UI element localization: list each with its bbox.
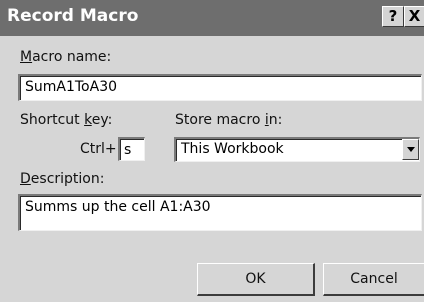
close-button[interactable]: X bbox=[404, 6, 424, 27]
description-label: Description: bbox=[20, 171, 104, 187]
ctrl-prefix-label: Ctrl+ bbox=[80, 141, 117, 157]
shortcut-key-label-post: ey: bbox=[91, 112, 113, 128]
record-macro-dialog: Record Macro ? X Macro name: SumA1ToA30 … bbox=[0, 0, 424, 302]
close-icon: X bbox=[408, 7, 421, 25]
macro-name-value: SumA1ToA30 bbox=[25, 79, 118, 95]
title-bar[interactable]: Record Macro ? X bbox=[0, 0, 424, 36]
cancel-button[interactable]: Cancel bbox=[323, 263, 424, 296]
description-field[interactable]: Summs up the cell A1:A30 bbox=[18, 194, 422, 231]
help-button[interactable]: ? bbox=[382, 6, 404, 27]
shortcut-key-label-pre: Shortcut bbox=[20, 112, 85, 128]
description-value: Summs up the cell A1:A30 bbox=[25, 199, 211, 215]
store-macro-label: Store macro in: bbox=[175, 112, 282, 128]
store-macro-select[interactable]: This Workbook bbox=[174, 137, 420, 162]
shortcut-key-label-accel: k bbox=[84, 112, 92, 128]
macro-name-label: Macro name: bbox=[20, 49, 111, 65]
chevron-down-icon bbox=[407, 147, 415, 152]
description-label-accel: D bbox=[20, 171, 31, 187]
store-macro-label-post: n: bbox=[268, 112, 283, 128]
description-label-text: escription: bbox=[30, 171, 105, 187]
macro-name-label-accel: M bbox=[20, 49, 33, 65]
shortcut-key-label: Shortcut key: bbox=[20, 112, 112, 128]
dropdown-button[interactable] bbox=[402, 139, 419, 160]
store-macro-selected: This Workbook bbox=[181, 141, 284, 157]
macro-name-label-text: acro name: bbox=[32, 49, 112, 65]
store-macro-label-pre: Store macro bbox=[175, 112, 265, 128]
macro-name-field[interactable]: SumA1ToA30 bbox=[18, 74, 422, 101]
shortcut-key-value: s bbox=[124, 142, 132, 158]
shortcut-key-field[interactable]: s bbox=[118, 137, 145, 161]
dialog-title: Record Macro bbox=[7, 6, 139, 26]
ok-button[interactable]: OK bbox=[197, 263, 315, 296]
help-icon: ? bbox=[388, 7, 398, 25]
